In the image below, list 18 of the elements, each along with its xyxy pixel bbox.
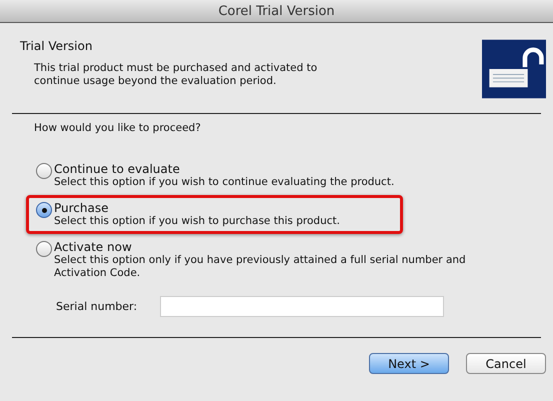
description-text: This trial product must be purchased and activated to continue usage beyond the evaluation period.	[34, 62, 318, 88]
option-description: Select this option if you wish to continue evaluating the product.	[54, 176, 396, 189]
option-description: Select this option only if you have previously attained a full serial number and Activation Code.	[54, 254, 467, 280]
cancel-button[interactable]: Cancel	[466, 353, 546, 374]
radio-button[interactable]	[36, 202, 52, 218]
option-label[interactable]: Activate now	[54, 240, 494, 254]
option-description: Select this option if you wish to purchase this product.	[54, 215, 341, 228]
serial-number-field[interactable]	[160, 296, 444, 317]
unlocked-padlock-icon	[482, 38, 546, 100]
serial-number-label: Serial number:	[56, 300, 138, 313]
radio-button[interactable]	[36, 241, 52, 257]
section-title: Trial Version	[20, 39, 94, 53]
radio-button[interactable]	[36, 163, 52, 179]
option-label[interactable]: Continue to evaluate	[54, 162, 494, 176]
question-text: How would you like to proceed?	[33, 121, 202, 134]
next-button[interactable]: Next >	[369, 353, 449, 374]
window-title: Corel Trial Version	[218, 4, 335, 18]
option-label[interactable]: Purchase	[54, 201, 394, 215]
